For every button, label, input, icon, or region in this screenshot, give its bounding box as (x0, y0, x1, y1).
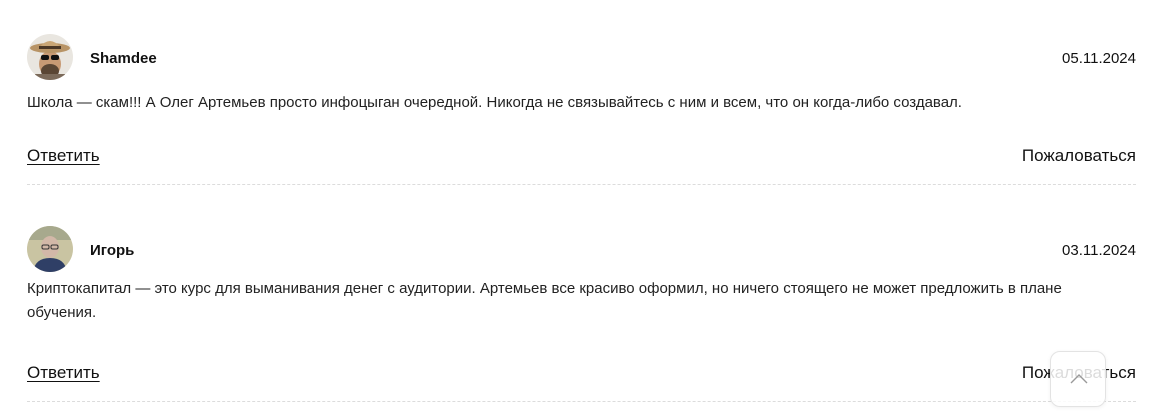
comment-header: Shamdee 05.11.2024 (27, 34, 1136, 82)
reply-link[interactable]: Ответить (27, 146, 100, 166)
comment-actions: Ответить Пожаловаться (27, 144, 1136, 185)
comment-date: 05.11.2024 (1062, 50, 1136, 67)
comment-text: Школа — скам!!! А Олег Артемьев просто и… (27, 94, 962, 111)
avatar (27, 34, 73, 80)
comment-item: Shamdee 05.11.2024 Школа — скам!!! А Оле… (27, 34, 1136, 185)
comment-text: Криптокапитал — это курс для выманивания… (27, 280, 1062, 321)
comments-list: Shamdee 05.11.2024 Школа — скам!!! А Оле… (0, 0, 1161, 416)
scroll-to-top-button[interactable] (1050, 351, 1106, 407)
comment-header: Игорь 03.11.2024 (27, 226, 1136, 274)
comment-item: Игорь 03.11.2024 Криптокапитал — это кур… (27, 226, 1136, 402)
comment-author: Shamdee (90, 50, 157, 67)
comment-author: Игорь (90, 242, 135, 259)
report-link[interactable]: Пожаловаться (1022, 146, 1136, 166)
comment-date: 03.11.2024 (1062, 242, 1136, 259)
reply-link[interactable]: Ответить (27, 363, 100, 383)
comment-actions: Ответить Пожаловаться (27, 361, 1136, 402)
avatar (27, 226, 73, 272)
